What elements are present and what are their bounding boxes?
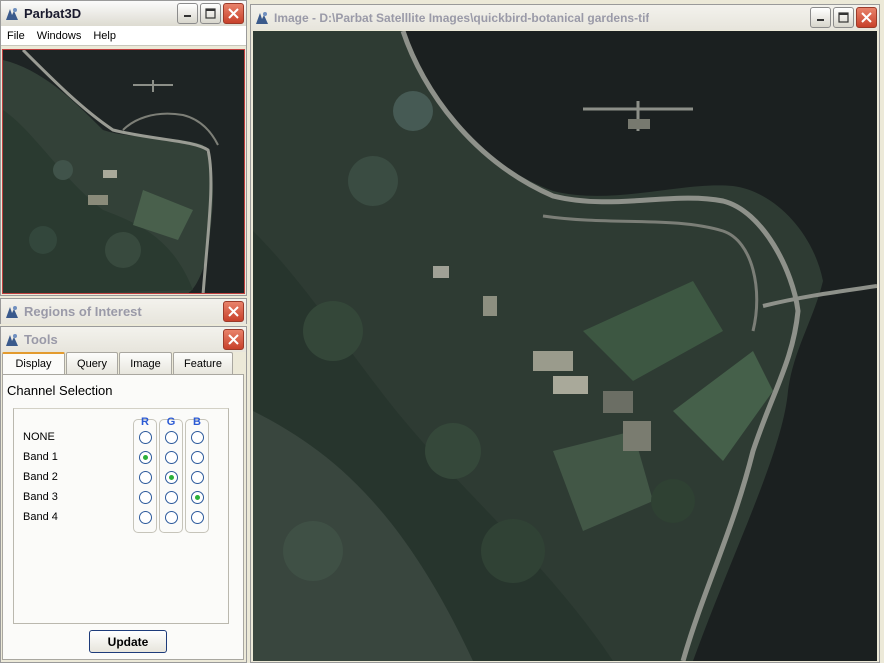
tab-display[interactable]: Display (2, 352, 65, 374)
radio-g-band3[interactable] (165, 491, 178, 504)
row-label-band1: Band 1 (23, 451, 58, 463)
row-label-band3: Band 3 (23, 491, 58, 503)
image-close-button[interactable] (856, 7, 877, 28)
tools-tabs: Display Query Image Feature (2, 352, 244, 374)
radio-b-none[interactable] (191, 431, 204, 444)
tab-image[interactable]: Image (119, 352, 172, 374)
column-header-g: G (166, 416, 176, 428)
roi-titlebar[interactable]: Regions of Interest (1, 299, 246, 324)
image-app-icon (256, 11, 268, 24)
display-panel: Channel Selection R G B NONE Band 1 Band… (2, 374, 244, 660)
radio-r-band2[interactable] (139, 471, 152, 484)
parbat3d-window: Parbat3D File Windows Help (0, 0, 247, 296)
radio-r-band3[interactable] (139, 491, 152, 504)
close-button[interactable] (223, 3, 244, 24)
parbat3d-titlebar[interactable]: Parbat3D (1, 1, 246, 26)
image-titlebar[interactable]: Image - D:\Parbat Satelllite Images\quic… (251, 5, 879, 30)
tools-close-button[interactable] (223, 329, 244, 350)
roi-close-button[interactable] (223, 301, 244, 322)
image-minimize-button[interactable] (810, 7, 831, 28)
roi-app-icon (6, 305, 18, 318)
minimize-icon (817, 19, 824, 21)
maximize-button[interactable] (200, 3, 221, 24)
radio-r-none[interactable] (139, 431, 152, 444)
maximize-icon (205, 8, 216, 19)
close-icon (228, 334, 239, 345)
image-title: Image - D:\Parbat Satelllite Images\quic… (274, 10, 650, 25)
radio-r-band4[interactable] (139, 511, 152, 524)
parbat3d-app-icon (6, 7, 18, 20)
close-icon (228, 306, 239, 317)
update-button[interactable]: Update (89, 630, 167, 653)
tab-feature[interactable]: Feature (173, 352, 233, 374)
row-label-band4: Band 4 (23, 511, 58, 523)
roi-window: Regions of Interest (0, 298, 247, 324)
menu-file[interactable]: File (1, 30, 31, 42)
menu-windows[interactable]: Windows (31, 30, 88, 42)
radio-b-band1[interactable] (191, 451, 204, 464)
radio-g-band4[interactable] (165, 511, 178, 524)
image-window: Image - D:\Parbat Satelllite Images\quic… (250, 4, 880, 663)
radio-g-band1[interactable] (165, 451, 178, 464)
main-menubar: File Windows Help (1, 26, 246, 46)
column-header-b: B (193, 416, 201, 428)
radio-b-band4[interactable] (191, 511, 204, 524)
minimize-button[interactable] (177, 3, 198, 24)
tools-title: Tools (24, 332, 58, 347)
overview-image[interactable] (2, 49, 245, 294)
tools-titlebar[interactable]: Tools (1, 327, 246, 352)
menu-help[interactable]: Help (87, 30, 122, 42)
row-label-none: NONE (23, 431, 55, 443)
channel-selection-heading: Channel Selection (7, 383, 113, 398)
maximize-icon (838, 12, 849, 23)
radio-b-band3[interactable] (191, 491, 204, 504)
close-icon (861, 12, 872, 23)
parbat3d-title: Parbat3D (24, 6, 82, 21)
row-label-band2: Band 2 (23, 471, 58, 483)
roi-title: Regions of Interest (24, 304, 142, 319)
close-icon (228, 8, 239, 19)
satellite-image[interactable] (253, 31, 877, 661)
minimize-icon (184, 15, 191, 17)
tools-app-icon (6, 333, 18, 346)
radio-g-none[interactable] (165, 431, 178, 444)
tab-query[interactable]: Query (66, 352, 118, 374)
column-header-r: R (141, 416, 149, 428)
radio-g-band2[interactable] (165, 471, 178, 484)
image-maximize-button[interactable] (833, 7, 854, 28)
radio-b-band2[interactable] (191, 471, 204, 484)
radio-r-band1[interactable] (139, 451, 152, 464)
